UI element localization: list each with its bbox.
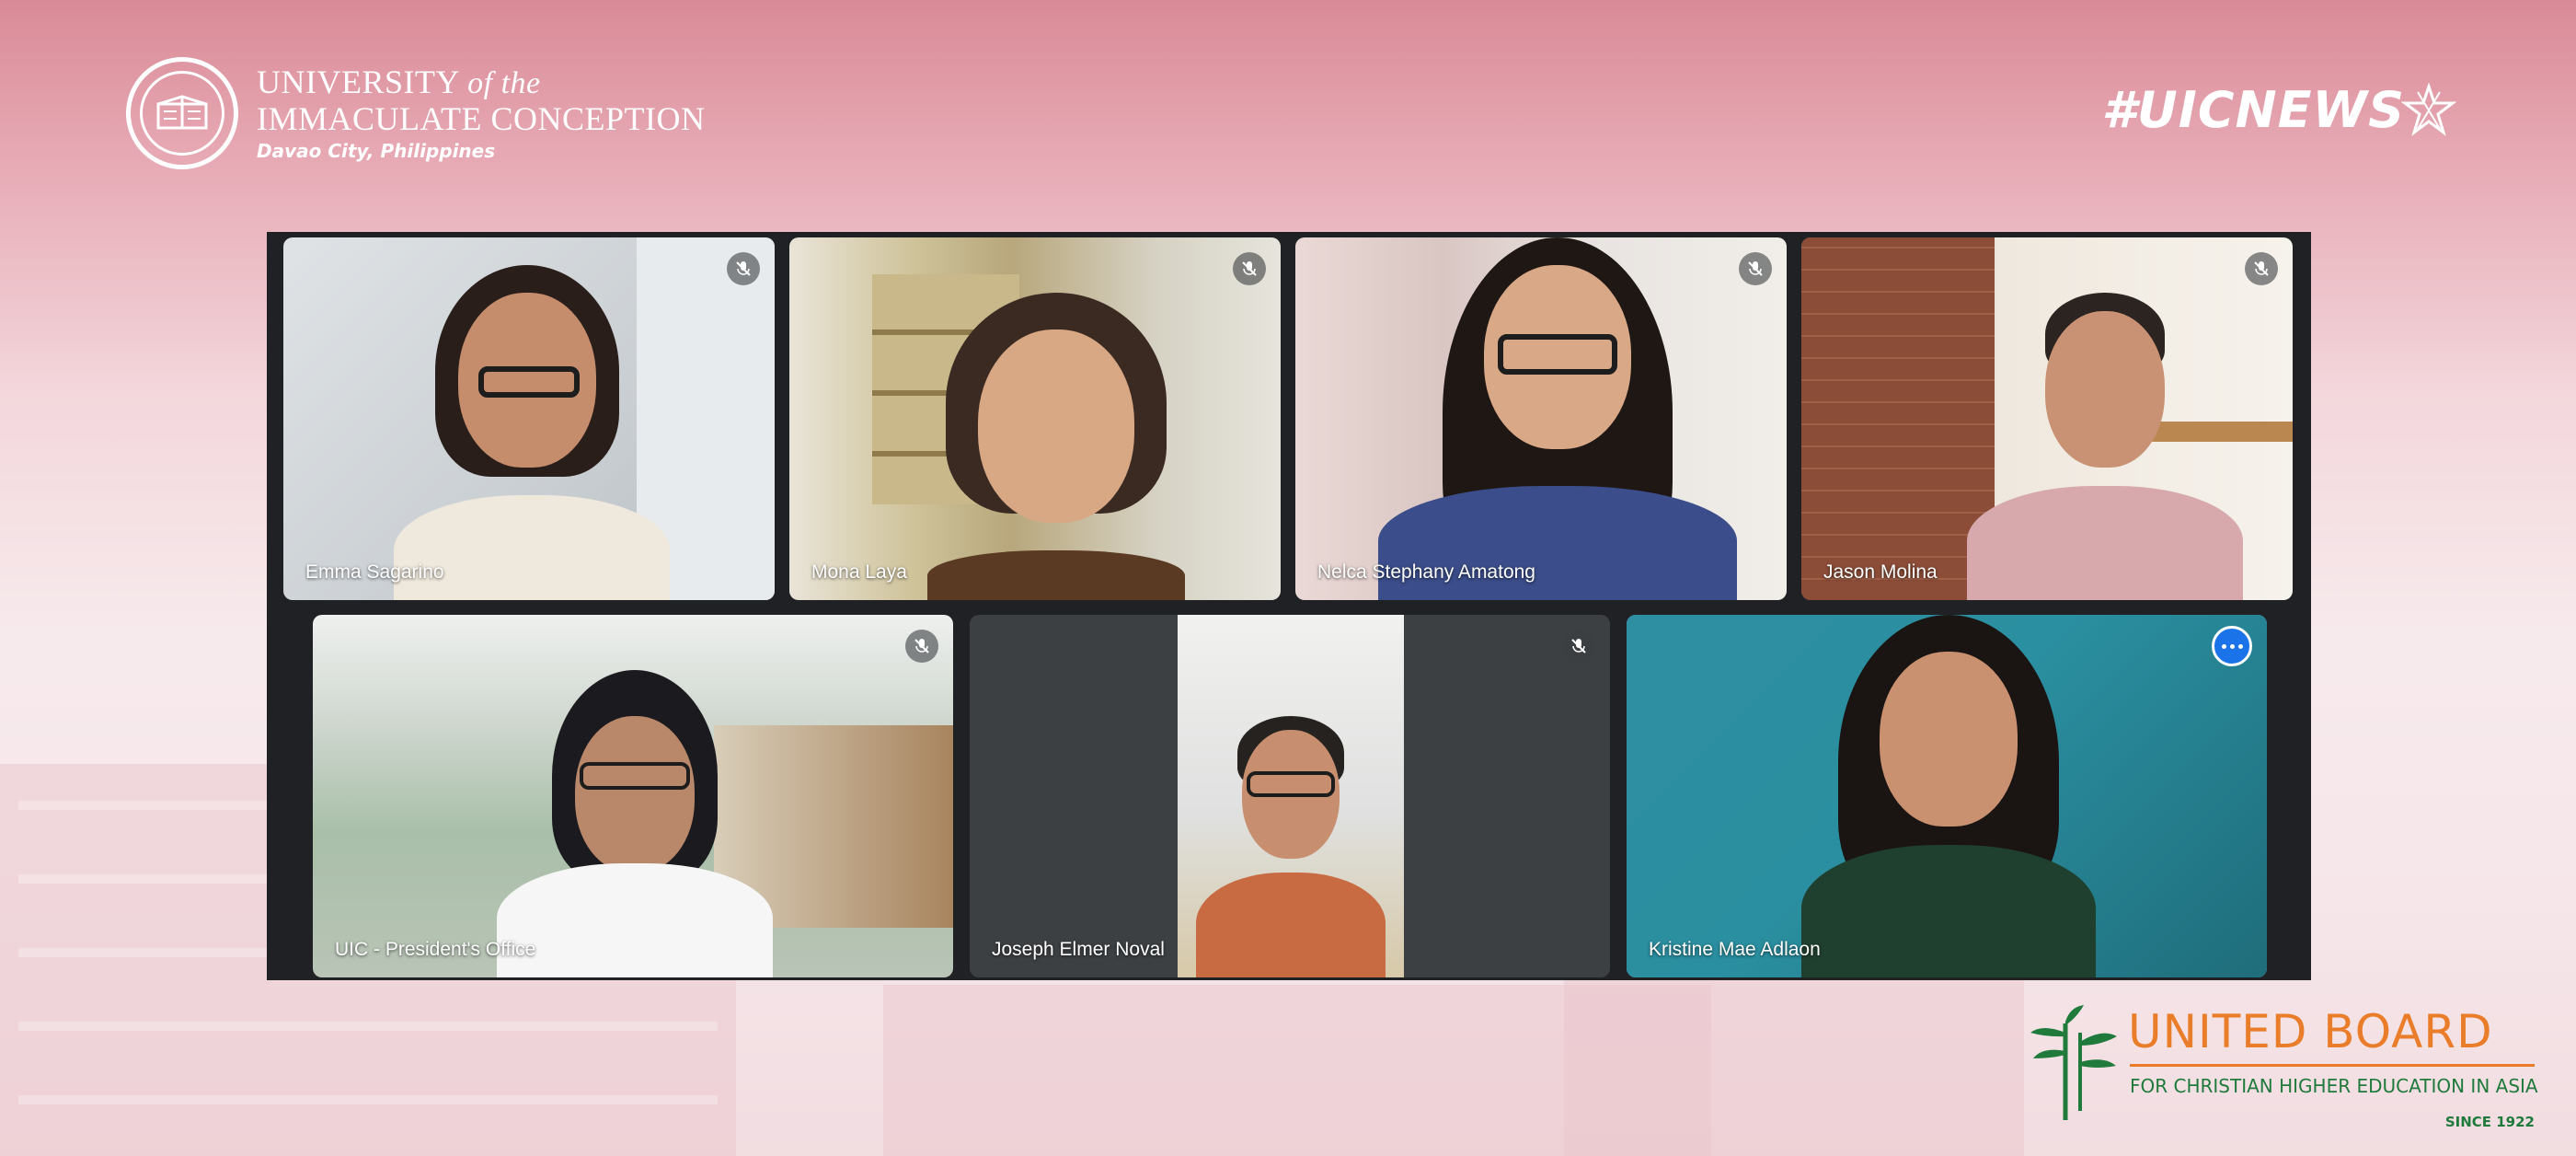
participant-name: Mona Laya — [811, 561, 907, 583]
video-call-grid: Emma Sagarino Mona Laya Nelca Stephany A… — [267, 232, 2311, 980]
mic-off-icon — [727, 252, 760, 285]
participant-video — [283, 237, 775, 600]
mic-off-icon — [1233, 252, 1266, 285]
uic-of-the-text: of the — [467, 66, 541, 100]
uic-university-text: UNIVERSITY — [257, 64, 459, 100]
participant-tile-active-speaker[interactable]: Kristine Mae Adlaon — [1627, 615, 2267, 977]
mic-off-icon — [2245, 252, 2278, 285]
participant-name: UIC - President's Office — [335, 939, 536, 960]
united-board-title: UNITED BOARD — [2128, 1005, 2493, 1058]
uic-wordmark: UNIVERSITY of the IMMACULATE CONCEPTION … — [257, 64, 706, 162]
mic-off-icon — [905, 630, 938, 663]
participant-video — [1627, 615, 2267, 977]
participant-video — [1801, 237, 2293, 600]
uic-title-line2: IMMACULATE CONCEPTION — [257, 100, 706, 137]
participant-tile[interactable]: Emma Sagarino — [283, 237, 775, 600]
hashtag-text: #UICNEWS — [2101, 81, 2405, 139]
more-options-icon[interactable] — [2212, 626, 2252, 666]
united-board-divider — [2130, 1064, 2535, 1067]
participant-name: Nelca Stephany Amatong — [1317, 561, 1535, 583]
bamboo-tree-icon — [2030, 1005, 2117, 1120]
background-building-right — [1564, 976, 2024, 1156]
united-board-since: SINCE 1922 — [2444, 1114, 2535, 1130]
participant-tile[interactable]: Joseph Elmer Noval — [970, 615, 1610, 977]
mic-off-icon — [1739, 252, 1772, 285]
uic-title-line1: UNIVERSITY of the — [257, 64, 706, 101]
star-logo-icon — [2401, 82, 2456, 136]
participant-name: Joseph Elmer Noval — [992, 939, 1165, 960]
participant-video — [1178, 615, 1404, 977]
participant-tile[interactable]: Jason Molina — [1801, 237, 2293, 600]
participant-video — [789, 237, 1281, 600]
participant-tile[interactable]: UIC - President's Office — [313, 615, 953, 977]
participant-video — [1295, 237, 1787, 600]
uicnews-hashtag: #UICNEWS — [2101, 81, 2456, 139]
united-board-subtitle: FOR CHRISTIAN HIGHER EDUCATION IN ASIA — [2130, 1075, 2538, 1097]
participant-video — [313, 615, 953, 977]
participant-tile[interactable]: Nelca Stephany Amatong — [1295, 237, 1787, 600]
uic-location: Davao City, Philippines — [257, 140, 496, 162]
participant-tile[interactable]: Mona Laya — [789, 237, 1281, 600]
participant-name: Kristine Mae Adlaon — [1649, 939, 1821, 960]
uic-seal-icon — [126, 57, 238, 169]
uic-logo: UNIVERSITY of the IMMACULATE CONCEPTION … — [126, 57, 706, 169]
participant-name: Jason Molina — [1823, 561, 1938, 583]
united-board-logo: UNITED BOARD FOR CHRISTIAN HIGHER EDUCAT… — [2029, 1005, 2538, 1134]
participant-name: Emma Sagarino — [305, 561, 444, 583]
mic-off-icon — [1562, 630, 1595, 663]
